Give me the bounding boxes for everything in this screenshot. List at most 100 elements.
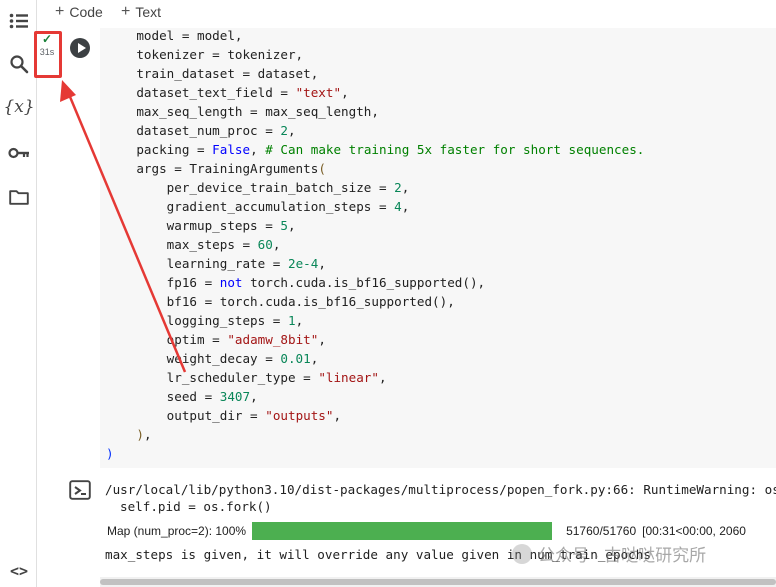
code-token: 0.01 (280, 351, 311, 366)
code-token: 2 (394, 180, 402, 195)
code-line: model = model, (106, 28, 644, 45)
notebook-toolbar: + Code + Text (37, 0, 776, 28)
code-line: args = TrainingArguments( (106, 159, 644, 178)
code-token: weight_decay = (106, 351, 281, 366)
progress-row: Map (num_proc=2): 100% 51760/51760 [00:3… (107, 522, 746, 540)
progress-label: Map (num_proc=2): 100% (107, 524, 247, 538)
code-token: # Can make training 5x faster for short … (265, 142, 645, 157)
code-token: , (143, 427, 152, 442)
folder-icon[interactable] (6, 184, 32, 210)
code-token: logging_steps = (106, 313, 288, 328)
code-token: train_dataset = dataset, (106, 66, 319, 81)
code-line: tokenizer = tokenizer, (106, 45, 644, 64)
code-token: "outputs" (265, 408, 334, 423)
code-token: seed = (106, 389, 220, 404)
code-editor[interactable]: model = model, tokenizer = tokenizer, tr… (100, 28, 776, 468)
code-token: , (318, 332, 326, 347)
code-token: "adamw_8bit" (227, 332, 319, 347)
code-token: False (212, 142, 251, 157)
variables-icon[interactable]: {x} (3, 94, 35, 120)
code-token: , (401, 180, 410, 195)
code-token: ( (318, 161, 326, 176)
code-token: , (341, 85, 349, 100)
code-token: 5 (280, 218, 288, 233)
progress-bar (252, 522, 553, 540)
code-line: dataset_text_field = "text", (106, 83, 644, 102)
code-token: , (310, 351, 319, 366)
code-line: optim = "adamw_8bit", (106, 330, 644, 349)
code-line: max_seq_length = max_seq_length, (106, 102, 644, 121)
code-token: per_device_train_batch_size = (106, 180, 395, 195)
code-line: output_dir = "outputs", (106, 406, 644, 425)
code-token: , (318, 256, 326, 271)
code-lines: model = model, tokenizer = tokenizer, tr… (106, 28, 644, 463)
code-line: warmup_steps = 5, (106, 216, 644, 235)
plus-icon: + (55, 3, 65, 20)
code-token: , (250, 389, 258, 404)
code-token: 1 (287, 313, 296, 328)
code-line: gradient_accumulation_steps = 4, (106, 197, 644, 216)
code-brackets-icon[interactable]: <> (6, 558, 32, 584)
add-code-label: Code (69, 4, 103, 20)
code-line: logging_steps = 1, (106, 311, 644, 330)
code-token: not (219, 275, 243, 290)
code-token: , (287, 123, 296, 138)
left-sidebar: {x} <> (0, 0, 37, 587)
code-line: ), (106, 425, 644, 444)
add-code-button[interactable]: + Code (55, 2, 103, 22)
code-token: dataset_text_field = (106, 85, 296, 100)
code-token: , (401, 199, 410, 214)
key-icon[interactable] (6, 140, 32, 166)
progress-count: 51760/51760 (566, 524, 637, 538)
code-line: max_steps = 60, (106, 235, 644, 254)
code-line: seed = 3407, (106, 387, 644, 406)
code-token: packing = (106, 142, 213, 157)
progress-timing: [00:31<00:00, 2060 (642, 524, 746, 538)
code-token: 2 (280, 123, 288, 138)
code-token: gradient_accumulation_steps = (106, 199, 395, 214)
code-token: bf16 = torch.cuda.is_bf16_supported(), (106, 294, 455, 309)
code-token: ) (106, 446, 114, 461)
code-token: "text" (295, 85, 342, 100)
code-token: max_steps = (106, 237, 258, 252)
search-icon[interactable] (6, 51, 32, 77)
scrollbar-thumb[interactable] (100, 579, 776, 585)
watermark: 公众号 · 古哒哒研究所 (512, 541, 706, 566)
code-token: 3407 (219, 389, 251, 404)
output-toggle-icon[interactable] (69, 480, 91, 500)
code-token: , (295, 313, 304, 328)
code-token: fp16 = (106, 275, 220, 290)
code-token: model = model, (106, 28, 243, 43)
code-token: args = TrainingArguments (106, 161, 319, 176)
code-token: warmup_steps = (106, 218, 281, 233)
variables-icon-label: {x} (3, 97, 35, 117)
warning-line: /usr/local/lib/python3.10/dist-packages/… (105, 482, 776, 497)
code-token: output_dir = (106, 408, 266, 423)
cell-output: /usr/local/lib/python3.10/dist-packages/… (100, 474, 776, 587)
code-line: lr_scheduler_type = "linear", (106, 368, 644, 387)
run-cell-button[interactable] (70, 38, 90, 58)
code-token: learning_rate = (106, 256, 288, 271)
table-of-contents-icon[interactable] (6, 8, 32, 34)
watermark-text: 公众号 · 古哒哒研究所 (538, 546, 707, 565)
code-token: max_seq_length = max_seq_length, (106, 104, 379, 119)
code-line: ) (106, 444, 644, 463)
code-line: bf16 = torch.cuda.is_bf16_supported(), (106, 292, 644, 311)
horizontal-scrollbar[interactable] (100, 577, 776, 587)
code-token: 60 (257, 237, 273, 252)
code-token: optim = (106, 332, 228, 347)
code-line: fp16 = not torch.cuda.is_bf16_supported(… (106, 273, 644, 292)
highlight-box (34, 31, 62, 78)
wechat-logo-icon (512, 543, 532, 564)
code-line: dataset_num_proc = 2, (106, 121, 644, 140)
code-token: lr_scheduler_type = (106, 370, 319, 385)
code-token: , (333, 408, 342, 423)
code-token: ) (136, 427, 144, 442)
code-brackets-label: <> (9, 562, 29, 580)
code-token: dataset_num_proc = (106, 123, 281, 138)
code-token: 4 (394, 199, 402, 214)
add-text-button[interactable]: + Text (121, 2, 161, 22)
plus-icon: + (121, 3, 131, 20)
code-line: weight_decay = 0.01, (106, 349, 644, 368)
code-token: , (287, 218, 296, 233)
